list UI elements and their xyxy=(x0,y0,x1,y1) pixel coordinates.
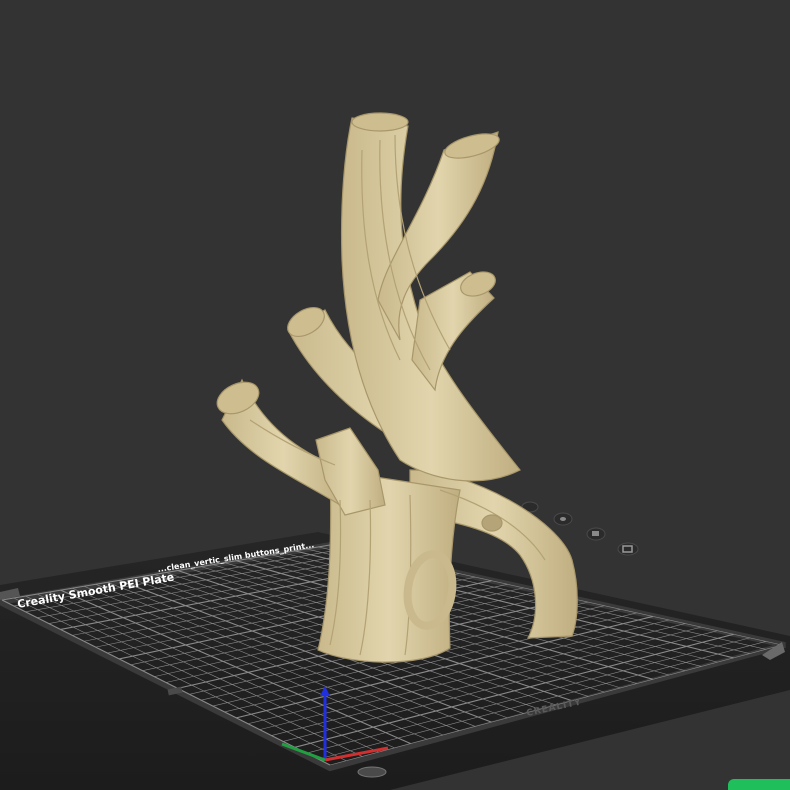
slice-button[interactable] xyxy=(728,779,790,790)
model-knot xyxy=(481,514,503,532)
lock-icon[interactable] xyxy=(586,527,606,541)
scene-canvas[interactable]: Creality Smooth PEI Plate ...clean_verti… xyxy=(0,0,790,790)
orient-icon[interactable] xyxy=(553,512,573,526)
settings-icon[interactable] xyxy=(617,542,639,556)
model-stump-front xyxy=(315,427,386,516)
3d-viewport[interactable]: Creality Smooth PEI Plate ...clean_verti… xyxy=(0,0,790,790)
